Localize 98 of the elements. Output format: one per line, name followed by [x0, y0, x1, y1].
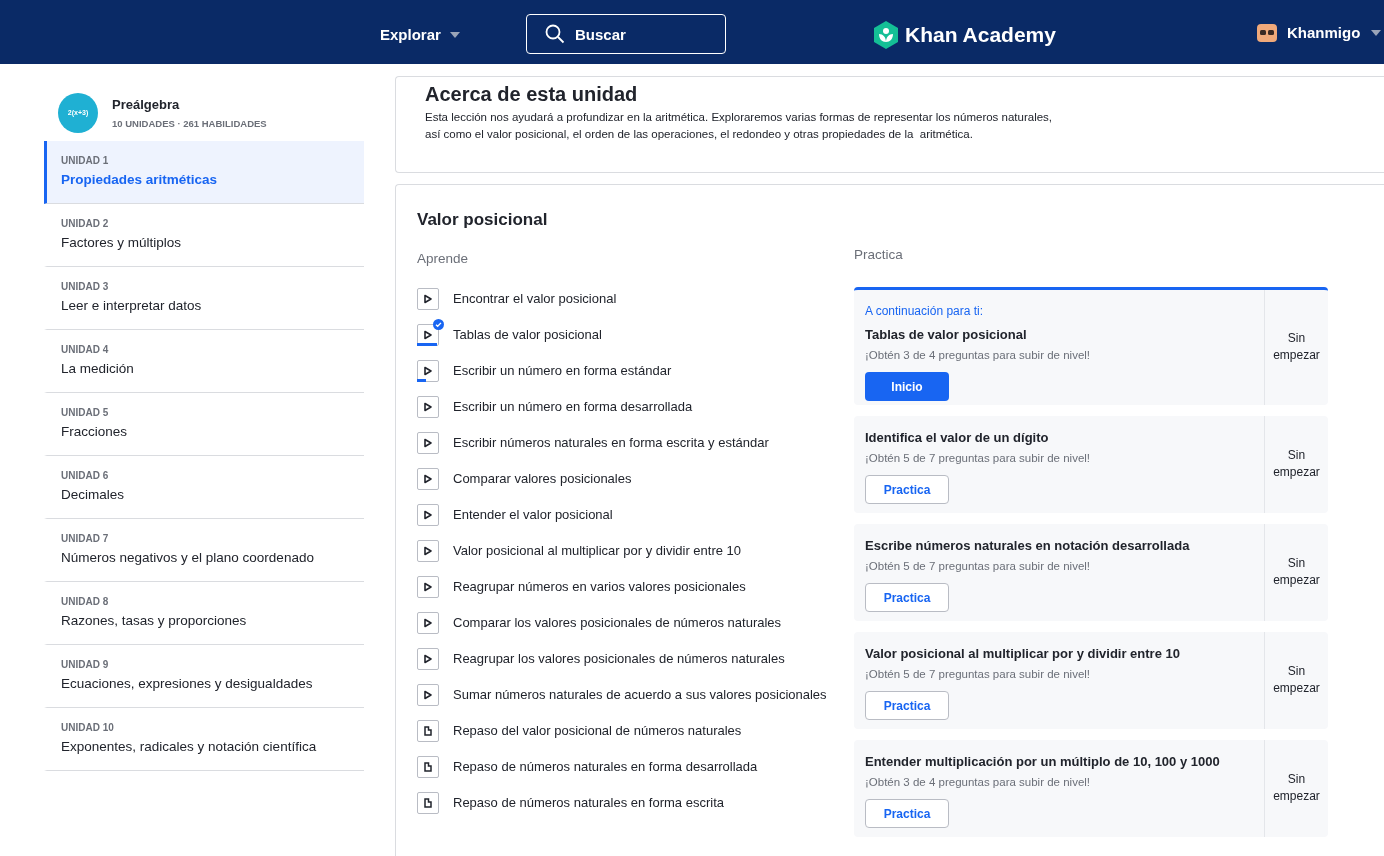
play-icon	[423, 329, 433, 340]
skill-title: Escribe números naturales en notación desarrollada	[865, 536, 1191, 555]
start-button[interactable]: Inicio	[865, 372, 949, 402]
unit-label: UNIDAD 4	[61, 343, 110, 358]
unit-title: Exponentes, radicales y notación científica	[61, 738, 318, 757]
lesson-link[interactable]: Repaso del valor posicional de números naturales	[453, 720, 742, 741]
play-icon	[423, 617, 433, 628]
unit-title: Ecuaciones, expresiones y desigualdades	[61, 675, 314, 694]
next-for-you-label: A continuación para ti:	[865, 302, 985, 320]
level-up-hint: ¡Obtén 3 de 4 preguntas para subir de nivel!	[865, 775, 1092, 790]
level-up-hint: ¡Obtén 5 de 7 preguntas para subir de nivel!	[865, 451, 1092, 466]
play-icon	[423, 365, 433, 376]
caret-icon	[448, 31, 461, 40]
caret-icon	[1370, 29, 1383, 38]
unit-title: Fracciones	[61, 423, 129, 442]
play-icon	[423, 473, 433, 484]
practice-button[interactable]: Practica	[865, 691, 949, 721]
play-icon	[423, 401, 433, 412]
unit-nav-item[interactable]: UNIDAD 4 La medición	[44, 330, 364, 393]
lesson-title: Valor posicional	[417, 209, 549, 231]
unit-title: Números negativos y el plano coordenado	[61, 549, 315, 568]
lesson-link[interactable]: Escribir un número en forma estándar	[453, 360, 672, 381]
unit-nav-item[interactable]: UNIDAD 7 Números negativos y el plano coordenado	[44, 519, 364, 582]
unit-label: UNIDAD 7	[61, 532, 110, 547]
leaf-logo-icon	[873, 20, 899, 49]
lesson-link[interactable]: Escribir un número en forma desarrollada	[453, 396, 693, 417]
play-icon	[423, 653, 433, 664]
lesson-link[interactable]: Comparar los valores posicionales de números naturales	[453, 612, 782, 633]
play-icon	[423, 581, 433, 592]
skill-status: Sin empezar	[1272, 771, 1321, 805]
lesson-link[interactable]: Sumar números naturales de acuerdo a sus valores posicionales	[453, 684, 827, 705]
skill-title: Entender multiplicación por un múltiplo de 10, 100 y 1000	[865, 752, 1221, 771]
practice-button[interactable]: Practica	[865, 583, 949, 613]
document-icon	[423, 761, 433, 772]
practice-heading: Practica	[854, 245, 904, 264]
unit-title: La medición	[61, 360, 135, 379]
play-icon	[423, 689, 433, 700]
unit-nav-item[interactable]: UNIDAD 3 Leer e interpretar datos	[44, 267, 364, 330]
unit-title: Propiedades aritméticas	[61, 171, 219, 190]
lesson-link[interactable]: Repaso de números naturales en forma escrita	[453, 792, 724, 813]
search-field[interactable]: Buscar	[526, 14, 726, 54]
lesson-link[interactable]: Valor posicional al multiplicar por y dividir entre 10	[453, 540, 742, 561]
unit-label: UNIDAD 6	[61, 469, 110, 484]
lesson-link[interactable]: Repaso de números naturales en forma desarrollada	[453, 756, 758, 777]
lesson-link[interactable]: Reagrupar los valores posicionales de números naturales	[453, 648, 785, 669]
lesson-link[interactable]: Comparar valores posicionales	[453, 468, 632, 489]
unit-title: Factores y múltiplos	[61, 234, 183, 253]
lesson-link[interactable]: Tablas de valor posicional	[453, 324, 602, 345]
explore-menu[interactable]: Explorar	[380, 24, 461, 47]
unit-label: UNIDAD 10	[61, 721, 115, 736]
unit-title: Decimales	[61, 486, 126, 505]
unit-label: UNIDAD 8	[61, 595, 110, 610]
course-title: Preálgebra	[112, 95, 181, 114]
course-meta: 10 UNIDADES · 261 HABILIDADES	[112, 117, 267, 132]
unit-label: UNIDAD 9	[61, 658, 110, 673]
unit-title: Razones, tasas y proporciones	[61, 612, 248, 631]
skill-status: Sin empezar	[1272, 555, 1321, 589]
learn-heading: Aprende	[417, 249, 470, 268]
unit-nav-item[interactable]: UNIDAD 5 Fracciones	[44, 393, 364, 456]
lesson-link[interactable]: Entender el valor posicional	[453, 504, 613, 525]
skill-status: Sin empezar	[1272, 447, 1321, 481]
about-text: así como el valor posicional, el orden de las operaciones, el redondeo y otras propiedades de la aritmética.	[425, 127, 974, 142]
search-icon	[545, 24, 565, 44]
skill-title: Valor posicional al multiplicar por y dividir entre 10	[865, 644, 1181, 663]
lesson-link[interactable]: Escribir números naturales en forma escrita y estándar	[453, 432, 769, 453]
level-up-hint: ¡Obtén 5 de 7 preguntas para subir de nivel!	[865, 559, 1092, 574]
practice-button[interactable]: Practica	[865, 799, 949, 829]
practice-button[interactable]: Practica	[865, 475, 949, 505]
about-title: Acerca de esta unidad	[425, 82, 639, 107]
play-icon	[423, 293, 433, 304]
unit-label: UNIDAD 1	[61, 154, 110, 169]
brand-name: Khan Academy	[905, 22, 1056, 48]
skill-status: Sin empezar	[1272, 663, 1321, 697]
document-icon	[423, 797, 433, 808]
unit-label: UNIDAD 3	[61, 280, 110, 295]
unit-label: UNIDAD 5	[61, 406, 110, 421]
unit-nav-item[interactable]: UNIDAD 6 Decimales	[44, 456, 364, 519]
lesson-link[interactable]: Reagrupar números en varios valores posicionales	[453, 576, 746, 597]
unit-nav-item[interactable]: UNIDAD 8 Razones, tasas y proporciones	[44, 582, 364, 645]
level-up-hint: ¡Obtén 3 de 4 preguntas para subir de nivel!	[865, 348, 1092, 363]
play-icon	[423, 509, 433, 520]
about-text: Esta lección nos ayudará a profundizar en la aritmética. Exploraremos varias formas de representar los números naturales,	[425, 110, 1054, 125]
unit-nav-item[interactable]: UNIDAD 9 Ecuaciones, expresiones y desigualdades	[44, 645, 364, 708]
lesson-link[interactable]: Encontrar el valor posicional	[453, 288, 617, 309]
unit-nav-item[interactable]: UNIDAD 1 Propiedades aritméticas	[44, 141, 364, 204]
unit-nav-item[interactable]: UNIDAD 10 Exponentes, radicales y notación científica	[44, 708, 364, 771]
skill-title: Tablas de valor posicional	[865, 325, 1028, 344]
document-icon	[423, 725, 433, 736]
level-up-hint: ¡Obtén 5 de 7 preguntas para subir de nivel!	[865, 667, 1092, 682]
play-icon	[423, 545, 433, 556]
skill-title: Identifica el valor de un dígito	[865, 428, 1050, 447]
unit-nav-item[interactable]: UNIDAD 2 Factores y múltiplos	[44, 204, 364, 267]
unit-title: Leer e interpretar datos	[61, 297, 203, 316]
skill-status: Sin empezar	[1272, 330, 1321, 364]
robot-face-icon	[1257, 24, 1277, 43]
unit-label: UNIDAD 2	[61, 217, 110, 232]
khanmigo-menu[interactable]: Khanmigo	[1257, 22, 1383, 45]
play-icon	[423, 437, 433, 448]
